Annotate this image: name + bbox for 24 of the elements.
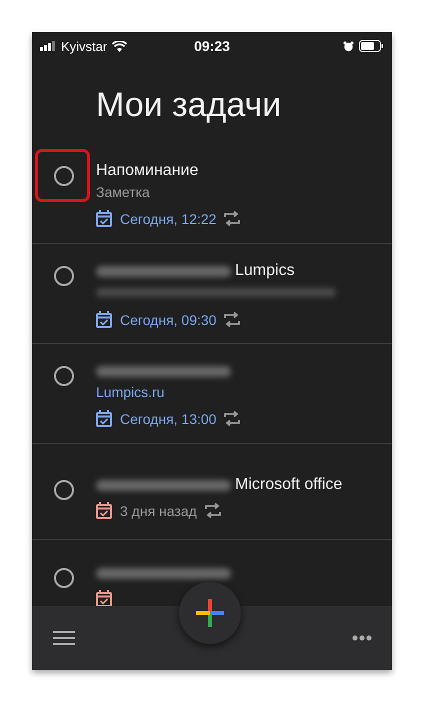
task-checkbox[interactable] (54, 366, 74, 386)
carrier-name: Kyivstar (61, 38, 108, 54)
menu-icon[interactable] (53, 630, 75, 646)
signal-icon (40, 41, 56, 51)
task-note: Заметка (96, 184, 150, 200)
task-checkbox[interactable] (54, 266, 74, 286)
task-title[interactable]: Microsoft office (235, 476, 342, 494)
page-title: Мои задачи (96, 85, 282, 126)
plus-icon (196, 599, 224, 627)
task-checkbox[interactable] (54, 568, 74, 588)
more-icon[interactable] (352, 635, 372, 641)
task-checkbox[interactable] (54, 480, 74, 500)
due-date: Сегодня, 09:30 (120, 312, 216, 328)
due-date: Сегодня, 12:22 (120, 210, 216, 226)
wifi-icon (112, 40, 128, 52)
battery-icon (359, 40, 384, 52)
task-title[interactable]: Напоминание (96, 162, 198, 180)
due-date: Сегодня, 13:00 (120, 410, 216, 426)
task-checkbox[interactable] (54, 166, 74, 186)
status-time: 09:23 (194, 38, 230, 54)
alarm-icon (343, 40, 354, 52)
note-link[interactable]: Lumpics.ru (96, 384, 164, 400)
task-title[interactable]: Lumpics (235, 262, 295, 280)
due-date: 3 дня назад (120, 502, 197, 518)
